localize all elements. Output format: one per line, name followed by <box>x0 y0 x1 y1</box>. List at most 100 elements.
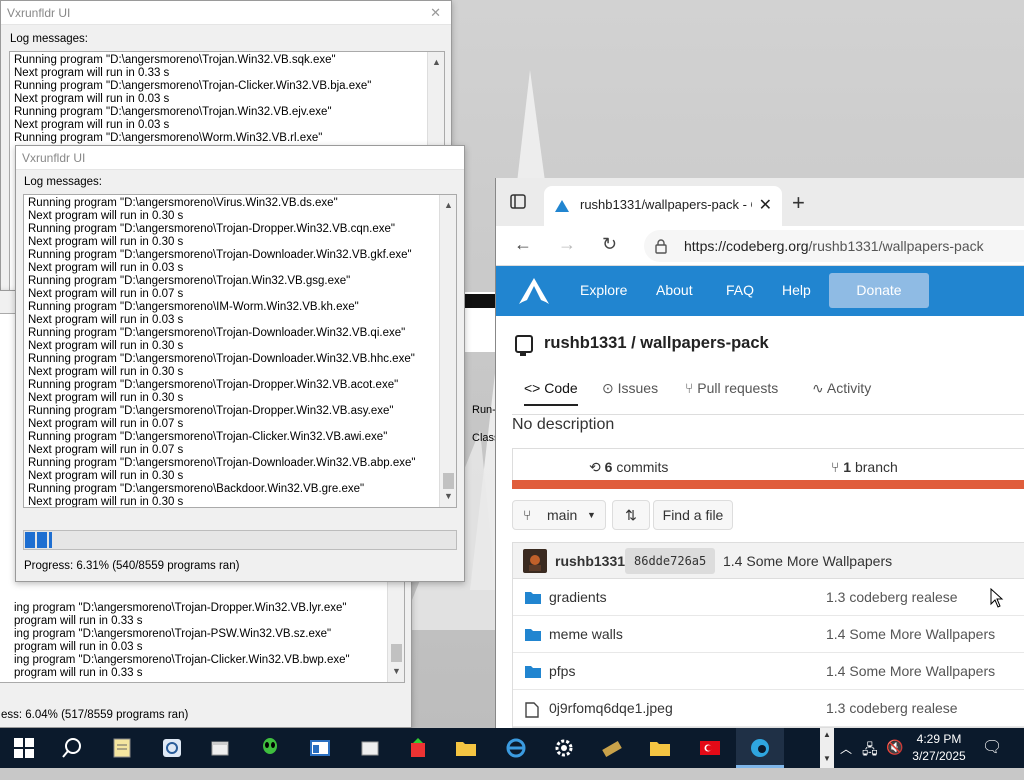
file-name[interactable]: pfps <box>549 663 575 679</box>
branch-selector[interactable]: ⑂ main ▼ <box>512 500 606 530</box>
donate-button[interactable]: Donate <box>829 273 929 308</box>
log-line: Running program "D:\angersmoreno\Trojan.… <box>28 275 351 287</box>
tray-expand-icon[interactable]: ︿ <box>840 740 852 780</box>
compare-button[interactable]: ⇅ <box>612 500 650 530</box>
find-file-button[interactable]: Find a file <box>653 500 733 530</box>
commit-sha[interactable]: 86dde726a5 <box>625 548 716 574</box>
taskbar-settings[interactable] <box>540 728 588 768</box>
log-line: program will run in 0.33 s <box>14 667 143 679</box>
tool-icon <box>602 741 622 757</box>
tab-issues[interactable]: ⊙ Issues <box>602 380 658 397</box>
scroll-thumb[interactable] <box>443 473 454 489</box>
close-icon[interactable]: ✕ <box>430 1 441 25</box>
taskbar-edge[interactable] <box>736 728 784 768</box>
notification-icon[interactable]: 🗨 <box>982 737 1002 777</box>
notepad-icon <box>113 738 131 758</box>
log-textbox[interactable]: Running program "D:\angersmoreno\Virus.W… <box>23 194 457 508</box>
log-scrollbar[interactable]: ▲ ▼ <box>439 195 456 507</box>
log-line: Running program "D:\angersmoreno\Trojan-… <box>28 379 399 391</box>
taskbar-folder-2[interactable] <box>636 728 684 768</box>
search-button[interactable] <box>48 728 96 768</box>
nav-about[interactable]: About <box>656 282 693 298</box>
taskbar-folder[interactable] <box>442 728 490 768</box>
log-window-front[interactable]: Vxrunfldr UI Log messages: Running progr… <box>15 145 465 582</box>
tab-activity[interactable]: ∿ Activity <box>812 380 871 397</box>
file-name[interactable]: meme walls <box>549 626 623 642</box>
taskbar-notepad[interactable] <box>98 728 146 768</box>
progress-text: Progress: 6.31% (540/8559 programs ran) <box>24 560 240 572</box>
log-line: Next program will run in 0.03 s <box>14 93 170 105</box>
commit-message[interactable]: 1.4 Some More Wallpapers <box>723 553 892 569</box>
nav-explore[interactable]: Explore <box>580 282 627 298</box>
window-icon <box>310 740 330 756</box>
tab-actions-icon[interactable] <box>504 188 532 216</box>
scroll-down-icon[interactable]: ▼ <box>388 663 404 680</box>
search-icon <box>62 738 81 758</box>
back-icon[interactable]: ← <box>514 234 532 255</box>
commits-link[interactable]: ⟲ 6 commits <box>589 459 668 476</box>
start-button[interactable] <box>0 728 48 768</box>
log-line: Next program will run in 0.07 s <box>28 418 184 430</box>
taskbar-app[interactable] <box>148 728 196 768</box>
log-line: ing program "D:\angersmoreno\Trojan-Drop… <box>14 602 347 614</box>
tab-close-icon[interactable]: ✕ <box>759 195 772 215</box>
window-icon <box>361 741 379 756</box>
address-bar[interactable]: https://codeberg.org/rushb1331/wallpaper… <box>644 230 1024 262</box>
network-icon[interactable]: 🖧 <box>862 739 878 779</box>
commit-user[interactable]: rushb1331 <box>555 553 625 569</box>
branch-icon: ⑂ <box>523 507 532 523</box>
file-name[interactable]: 0j9rfomq6dqe1.jpeg <box>549 700 673 716</box>
file-row[interactable]: gradients 1.3 codeberg realese <box>513 579 1024 616</box>
avatar[interactable] <box>523 549 547 573</box>
scroll-up-icon[interactable]: ▲ <box>428 54 444 71</box>
file-icon <box>525 702 539 721</box>
file-commit-message[interactable]: 1.4 Some More Wallpapers <box>826 663 995 679</box>
file-commit-message[interactable]: 1.4 Some More Wallpapers <box>826 626 995 642</box>
taskbar-tool-app-2[interactable] <box>588 728 636 768</box>
file-commit-message[interactable]: 1.3 codeberg realese <box>826 589 958 605</box>
log-line: Running program "D:\angersmoreno\Trojan.… <box>14 54 336 66</box>
app-icon <box>163 739 181 757</box>
repo-title[interactable]: rushb1331 / wallpapers-pack <box>544 334 769 353</box>
scroll-down-icon[interactable]: ▼ <box>440 488 456 505</box>
log-line: Running program "D:\angersmoreno\Trojan.… <box>14 106 332 118</box>
log-line: ing program "D:\angersmoreno\Trojan-Clic… <box>14 654 350 666</box>
codeberg-navbar: Explore About FAQ Help Donate <box>496 266 1024 316</box>
file-name[interactable]: gradients <box>549 589 607 605</box>
folder-icon <box>456 742 476 756</box>
taskbar-alien-app[interactable] <box>246 728 294 768</box>
taskbar-tool-app[interactable] <box>394 728 442 768</box>
scroll-thumb[interactable] <box>391 644 402 662</box>
volume-muted-icon[interactable]: 🔇 <box>886 739 903 779</box>
log-line: Next program will run in 0.30 s <box>28 340 184 352</box>
taskbar-explorer[interactable] <box>196 728 244 768</box>
browser-tab[interactable]: rushb1331/wallpapers-pack - Co ✕ <box>544 186 782 226</box>
compare-icon: ⇅ <box>625 507 637 523</box>
clock[interactable]: 4:29 PM 3/27/2025 <box>908 731 970 765</box>
nav-help[interactable]: Help <box>782 282 811 298</box>
file-commit-message[interactable]: 1.3 codeberg realese <box>826 700 958 716</box>
taskbar-explorer-2[interactable] <box>346 728 394 768</box>
taskbar-flag-app[interactable] <box>686 728 734 768</box>
file-row[interactable]: meme walls 1.4 Some More Wallpapers <box>513 616 1024 653</box>
taskbar-ie[interactable] <box>492 728 540 768</box>
file-row[interactable]: 0j9rfomq6dqe1.jpeg 1.3 codeberg realese <box>513 690 1024 727</box>
new-tab-icon[interactable]: + <box>792 190 805 216</box>
browser-window[interactable]: rushb1331/wallpapers-pack - Co ✕ + ← → ↻… <box>495 178 1024 728</box>
codeberg-logo-icon[interactable] <box>518 276 550 311</box>
scroll-up-icon[interactable]: ▲ <box>440 197 456 214</box>
tab-pull-requests[interactable]: ⑂ Pull requests <box>685 380 778 396</box>
file-row[interactable]: pfps 1.4 Some More Wallpapers <box>513 653 1024 690</box>
branches-link[interactable]: ⑂ 1 branch <box>831 459 898 475</box>
show-hidden-icons[interactable]: ▲ ▼ <box>820 728 834 768</box>
language-bar <box>512 480 1024 489</box>
code-icon: <> <box>524 380 541 396</box>
forward-icon[interactable]: → <box>558 234 576 255</box>
log-line: Next program will run in 0.30 s <box>28 236 184 248</box>
nav-faq[interactable]: FAQ <box>726 282 754 298</box>
refresh-icon[interactable]: ↻ <box>602 234 617 255</box>
tab-code[interactable]: <> Code <box>524 380 578 406</box>
taskbar-window-app[interactable] <box>296 728 344 768</box>
log-label: Log messages: <box>10 33 88 45</box>
log-line: Next program will run in 0.03 s <box>28 262 184 274</box>
